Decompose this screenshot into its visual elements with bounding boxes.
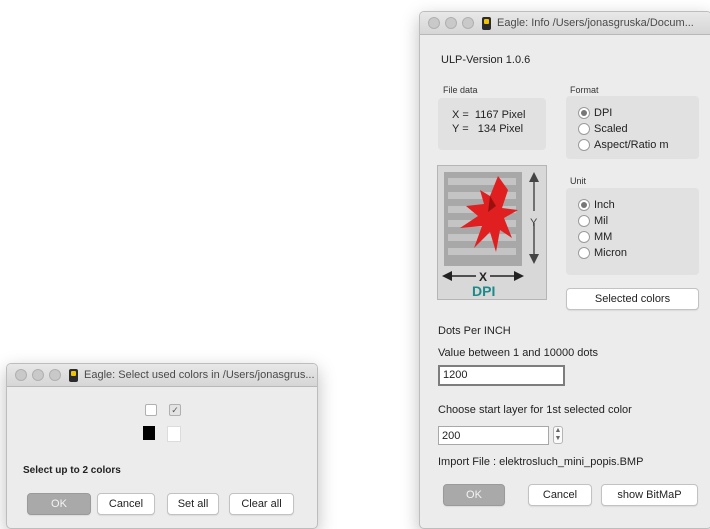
eagle-app-icon: [482, 16, 491, 30]
info-window-title: Eagle: Info /Users/jonasgruska/Docum...: [497, 17, 694, 29]
unit-option-inch[interactable]: Inch: [578, 199, 615, 211]
unit-option-micron-label: Micron: [594, 247, 628, 259]
select-colors-window: Eagle: Select used colors in /Users/jona…: [6, 363, 318, 529]
format-option-aspect-ratio-label: Aspect/Ratio m: [594, 139, 669, 151]
radio-dpi[interactable]: [578, 107, 590, 119]
file-data-group: X = 1167 Pixel Y = 134 Pixel: [438, 98, 546, 150]
info-ok-button[interactable]: OK: [443, 484, 505, 506]
format-group: DPI Scaled Aspect/Ratio m: [566, 96, 699, 159]
zoom-window-button[interactable]: [49, 369, 61, 381]
import-file-text: Import File : elektrosluch_mini_popis.BM…: [438, 456, 644, 468]
preview-mode-label: DPI: [472, 283, 496, 299]
start-layer-input[interactable]: 200: [438, 426, 549, 445]
clear-all-button[interactable]: Clear all: [229, 493, 294, 515]
preview-y-label: Y: [530, 217, 538, 229]
stepper-down-icon[interactable]: ▼: [554, 435, 562, 443]
dpi-preview-image: Y X DPI: [437, 165, 547, 300]
set-all-button[interactable]: Set all: [167, 493, 219, 515]
colors-ok-button[interactable]: OK: [27, 493, 91, 515]
colors-window-title: Eagle: Select used colors in /Users/jona…: [84, 369, 315, 381]
eagle-app-icon: [69, 368, 78, 382]
info-cancel-button[interactable]: Cancel: [528, 484, 592, 506]
radio-mm[interactable]: [578, 231, 590, 243]
radio-mil[interactable]: [578, 215, 590, 227]
format-option-aspect-ratio[interactable]: Aspect/Ratio m: [578, 139, 669, 151]
preview-x-label: X: [479, 270, 488, 284]
pixel-y-text: Y = 134 Pixel: [452, 123, 524, 135]
unit-group: Inch Mil MM Micron: [566, 188, 699, 275]
minimize-window-button[interactable]: [445, 17, 457, 29]
color-2-checkbox[interactable]: ✓: [169, 404, 181, 416]
eagle-logo-preview-icon: [442, 172, 539, 282]
stepper-up-icon[interactable]: ▲: [554, 427, 562, 435]
unit-option-inch-label: Inch: [594, 199, 615, 211]
format-label: Format: [570, 85, 599, 95]
pixel-x-text: X = 1167 Pixel: [452, 109, 526, 121]
info-window: Eagle: Info /Users/jonasgruska/Docum... …: [419, 11, 710, 529]
ulp-version-text: ULP-Version 1.0.6: [441, 54, 531, 66]
colors-cancel-button[interactable]: Cancel: [97, 493, 155, 515]
unit-option-mil-label: Mil: [594, 215, 609, 227]
unit-option-mil[interactable]: Mil: [578, 215, 608, 227]
value-range-text: Value between 1 and 10000 dots: [438, 347, 599, 359]
dpi-value-input[interactable]: 1200: [438, 365, 565, 386]
radio-micron[interactable]: [578, 247, 590, 259]
unit-option-mm-label: MM: [594, 231, 613, 243]
start-layer-label: Choose start layer for 1st selected colo…: [438, 404, 632, 416]
format-option-dpi-label: DPI: [594, 107, 613, 119]
file-data-label: File data: [443, 85, 478, 95]
format-option-dpi[interactable]: DPI: [578, 107, 612, 119]
selected-colors-button[interactable]: Selected colors: [566, 288, 699, 310]
start-layer-stepper[interactable]: ▲ ▼: [553, 426, 563, 444]
radio-aspect-ratio[interactable]: [578, 139, 590, 151]
unit-option-mm[interactable]: MM: [578, 231, 612, 243]
unit-label: Unit: [570, 176, 587, 186]
checkmark-icon: ✓: [171, 405, 179, 415]
format-option-scaled-label: Scaled: [594, 123, 628, 135]
show-bitmap-button[interactable]: show BitMaP: [601, 484, 698, 506]
unit-option-micron[interactable]: Micron: [578, 247, 627, 259]
radio-scaled[interactable]: [578, 123, 590, 135]
dots-per-heading: Dots Per INCH: [438, 325, 511, 337]
close-window-button[interactable]: [15, 369, 27, 381]
color-1-swatch: [143, 426, 155, 440]
select-colors-instruction: Select up to 2 colors: [23, 465, 121, 476]
close-window-button[interactable]: [428, 17, 440, 29]
colors-window-titlebar[interactable]: Eagle: Select used colors in /Users/jona…: [7, 364, 317, 387]
zoom-window-button[interactable]: [462, 17, 474, 29]
radio-inch[interactable]: [578, 199, 590, 211]
info-window-titlebar[interactable]: Eagle: Info /Users/jonasgruska/Docum...: [420, 12, 710, 35]
format-option-scaled[interactable]: Scaled: [578, 123, 628, 135]
color-2-swatch: [167, 426, 181, 442]
minimize-window-button[interactable]: [32, 369, 44, 381]
color-1-checkbox[interactable]: [145, 404, 157, 416]
